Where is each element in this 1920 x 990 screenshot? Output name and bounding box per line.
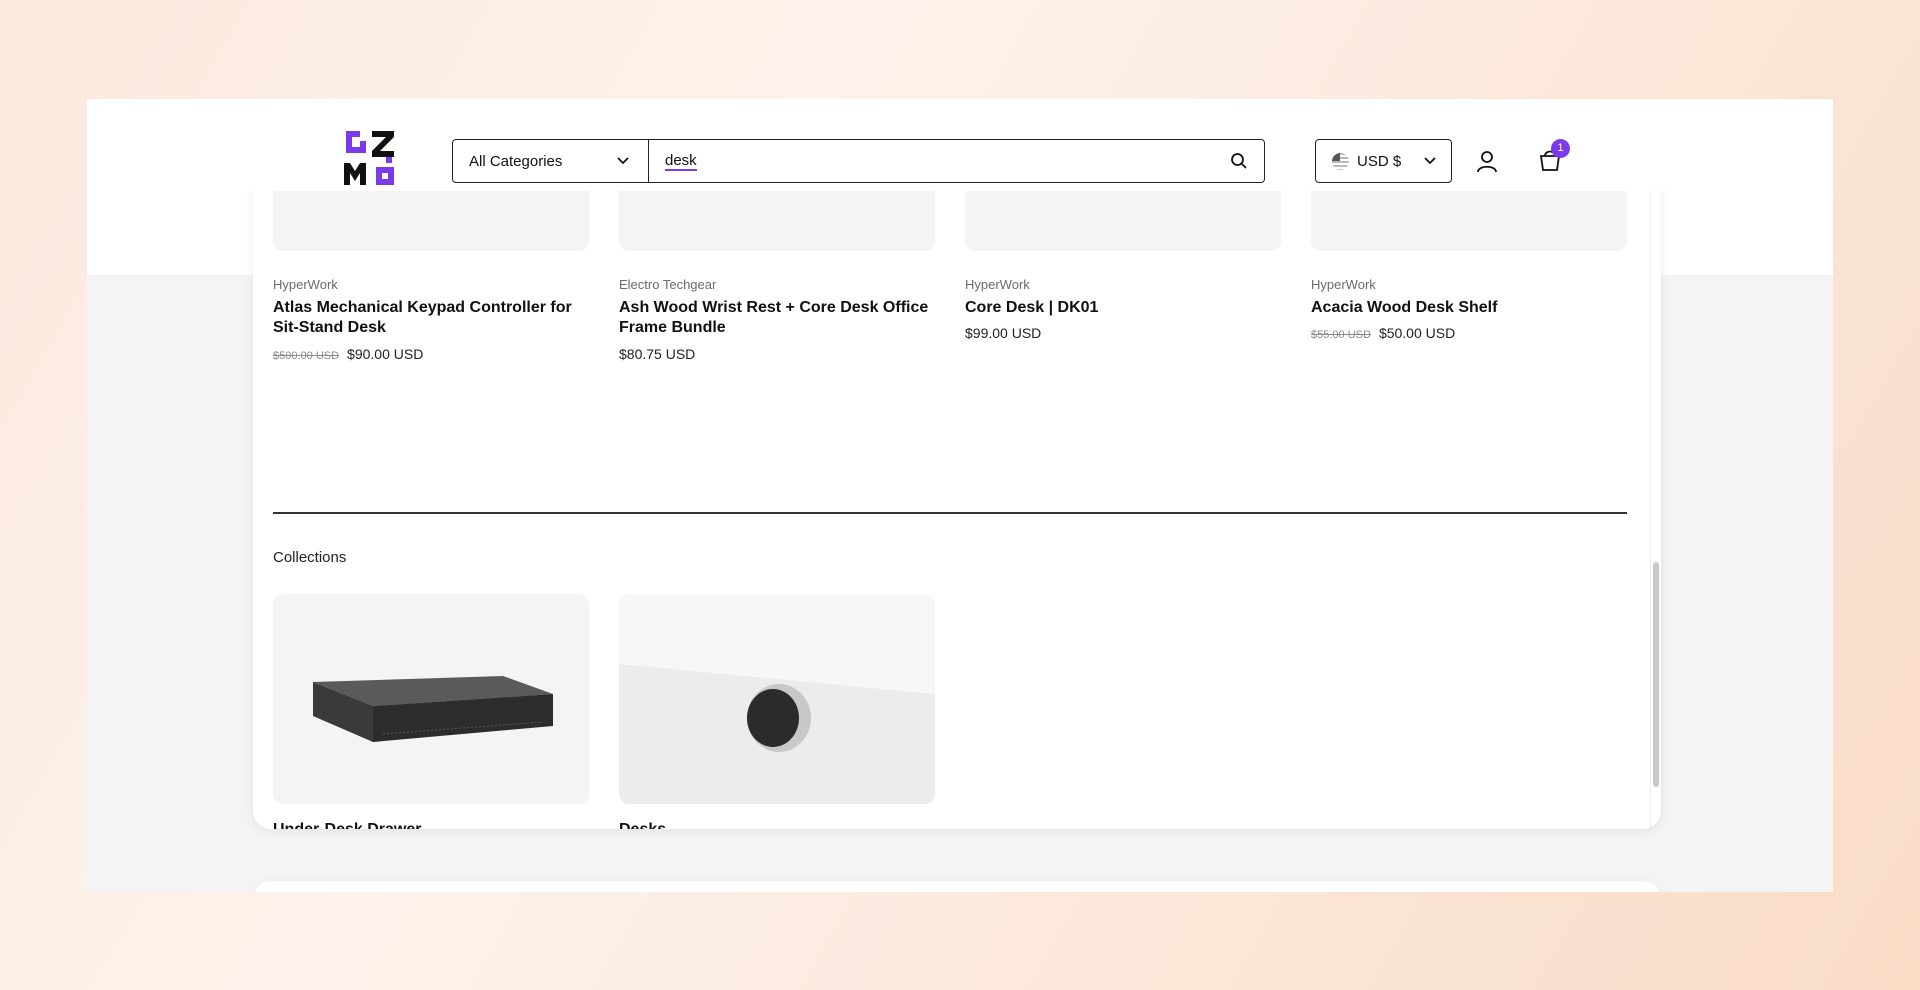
user-icon[interactable]	[1475, 149, 1499, 173]
category-select[interactable]: All Categories	[453, 140, 649, 182]
product-vendor: Electro Techgear	[619, 277, 717, 292]
sale-price: $80.75 USD	[619, 346, 696, 362]
sale-price: $99.00 USD	[965, 325, 1042, 341]
sale-price: $50.00 USD	[1378, 325, 1456, 341]
compare-price: $55.00 USD	[1311, 329, 1371, 341]
search-input[interactable]: desk	[649, 140, 1264, 182]
collection-image[interactable]	[273, 594, 589, 804]
product-title[interactable]: Atlas Mechanical Keypad Controller for S…	[273, 298, 593, 338]
product-vendor: HyperWork	[965, 277, 1030, 292]
currency-selector[interactable]: USD $	[1315, 139, 1452, 183]
collection-title[interactable]: Under-Desk Drawer	[273, 821, 422, 829]
collection-title[interactable]: Desks	[619, 821, 666, 829]
chevron-down-icon	[1424, 157, 1436, 165]
product-title[interactable]: Acacia Wood Desk Shelf	[1311, 298, 1631, 318]
gizmo-logo[interactable]	[342, 127, 406, 191]
search-icon[interactable]	[1230, 152, 1248, 170]
product-vendor: HyperWork	[273, 277, 338, 292]
product-title[interactable]: Ash Wood Wrist Rest + Core Desk Office F…	[619, 298, 939, 338]
page-frame: All Categories desk USD $ 1 HyperWork At…	[87, 99, 1833, 892]
collections-heading: Collections	[273, 549, 347, 566]
currency-label: USD $	[1357, 152, 1402, 170]
collection-image[interactable]	[619, 594, 935, 804]
search-bar: All Categories desk	[452, 139, 1265, 183]
search-results-panel: HyperWork Atlas Mechanical Keypad Contro…	[253, 139, 1661, 829]
sale-price: $90.00 USD	[347, 346, 424, 362]
cart-count-badge: 1	[1551, 139, 1570, 158]
search-input-value: desk	[665, 151, 697, 171]
compare-price: $500.00 USD	[273, 350, 340, 362]
product-price: $500.00 USD $90.00 USD	[273, 346, 423, 362]
product-price: $55.00 USD $50.00 USD	[1311, 325, 1455, 341]
product-price: $80.75 USD	[619, 346, 695, 362]
product-title[interactable]: Core Desk | DK01	[965, 298, 1285, 318]
flag-icon	[1332, 152, 1349, 170]
product-vendor: HyperWork	[1311, 277, 1376, 292]
results-scrollbar[interactable]	[1650, 139, 1661, 829]
section-divider	[273, 512, 1627, 514]
next-section-card	[253, 881, 1661, 892]
site-header: All Categories desk USD $ 1	[87, 99, 1833, 191]
category-select-label: All Categories	[469, 152, 563, 170]
chevron-down-icon	[617, 157, 629, 165]
product-price: $99.00 USD	[965, 325, 1041, 341]
scrollbar-thumb[interactable]	[1653, 562, 1659, 787]
